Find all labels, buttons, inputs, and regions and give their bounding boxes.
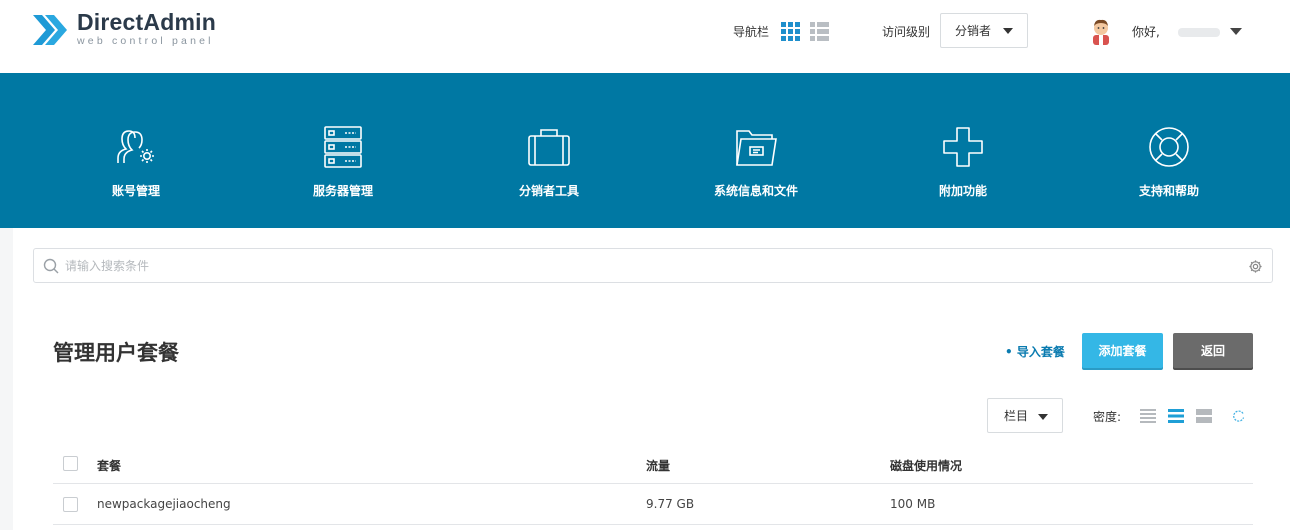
access-level-label: 访问级别 [882,25,931,39]
access-level-select[interactable]: 分销者 [940,13,1028,48]
menu-extra-features[interactable]: 附加功能 [883,125,1043,199]
logo-subtitle: web control panel [77,35,214,47]
chevron-down-icon [1003,28,1013,34]
menu-server-management[interactable]: 服务器管理 [263,125,423,199]
menu-label: 支持和帮助 [1138,184,1199,198]
gear-icon[interactable] [1248,259,1263,274]
menu-reseller-tools[interactable]: 分销者工具 [469,125,629,199]
nav-label: 导航栏 [733,25,770,39]
search-icon [43,258,59,274]
username-redacted [1178,28,1220,37]
density-compact-icon[interactable] [1140,409,1156,423]
logo[interactable]: DirectAdmin web control panel [33,11,216,49]
menu-label: 附加功能 [938,184,987,198]
main-menu-band: 账号管理 服务器管理 分销者工具 系统信息和文件 附加功能 支持和帮助 [0,73,1290,228]
column-header-disk[interactable]: 磁盘使用情况 [890,457,962,474]
package-name[interactable]: newpackagejiaocheng [97,497,231,511]
chevron-down-icon [1038,414,1048,420]
user-menu-chevron-icon[interactable] [1230,28,1242,35]
menu-label: 分销者工具 [518,184,579,198]
top-header: DirectAdmin web control panel 导航栏 访问级别 分… [0,0,1290,73]
columns-label: 栏目 [1004,409,1029,423]
density-comfortable-icon[interactable] [1196,409,1212,423]
import-package-link[interactable]: • 导入套餐 [1005,343,1065,360]
column-header-bandwidth[interactable]: 流量 [646,457,670,474]
column-header-package[interactable]: 套餐 [97,457,121,474]
menu-support-help[interactable]: 支持和帮助 [1089,125,1249,199]
server-icon [324,126,362,168]
grid-view-icon[interactable] [781,22,800,41]
user-gear-icon [117,130,154,163]
search-input[interactable] [65,249,1235,282]
back-button[interactable]: 返回 [1173,333,1253,368]
disk-value: 100 MB [890,497,936,511]
avatar[interactable] [1088,17,1114,45]
access-level-value: 分销者 [955,24,992,38]
menu-label: 服务器管理 [312,184,373,198]
columns-dropdown[interactable]: 栏目 [987,398,1063,433]
page-title: 管理用户套餐 [53,341,179,365]
briefcase-icon [528,129,570,166]
refresh-icon[interactable] [1232,409,1245,422]
greeting: 你好, [1132,25,1160,39]
menu-label: 系统信息和文件 [713,184,798,198]
table-header: 套餐 流量 磁盘使用情况 [53,446,1253,484]
bandwidth-value: 9.77 GB [646,497,695,511]
search-bar [33,248,1273,283]
list-view-icon[interactable] [810,22,829,41]
add-package-button[interactable]: 添加套餐 [1082,333,1163,368]
density-normal-icon[interactable] [1168,409,1184,423]
directadmin-logo-icon [33,15,67,45]
row-checkbox[interactable] [63,497,78,512]
lifebuoy-icon [1149,127,1189,167]
folder-icon [736,130,777,166]
menu-label: 账号管理 [111,184,160,198]
select-all-checkbox[interactable] [63,456,78,471]
content-panel: 管理用户套餐 • 导入套餐 添加套餐 返回 栏目 密度: 套餐 流量 磁盘使用情… [13,228,1290,530]
menu-account-management[interactable]: 账号管理 [56,125,216,199]
menu-system-info-files[interactable]: 系统信息和文件 [676,125,836,199]
plus-icon [943,127,983,167]
logo-title: DirectAdmin [77,9,216,35]
density-label: 密度: [1093,410,1122,424]
table-row[interactable]: newpackagejiaocheng 9.77 GB 100 MB [53,484,1253,525]
